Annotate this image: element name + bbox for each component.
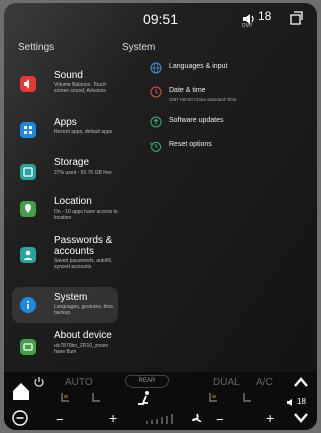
- rear-defrost-button[interactable]: REAR: [125, 375, 169, 388]
- settings-item-subtitle: On - 10 apps have access to location: [54, 209, 118, 221]
- airflow-mode-icon[interactable]: [134, 390, 156, 408]
- system-item-date-time[interactable]: Date & time GMT+08:00 China Standard Tim…: [150, 86, 310, 108]
- settings-item-about-device[interactable]: About device ulc7870bo_ZR10_zosen hone 8…: [12, 325, 118, 369]
- power-icon[interactable]: [33, 376, 45, 388]
- settings-item-apps[interactable]: Apps Recent apps, default apps: [12, 111, 118, 153]
- settings-item-system[interactable]: System Languages, gestures, time, backup: [12, 287, 118, 323]
- seat-heat-left-icon[interactable]: [59, 391, 73, 405]
- settings-item-subtitle: Languages, gestures, time, backup: [54, 304, 115, 316]
- system-header: System: [122, 42, 156, 53]
- volume-level: 18: [297, 397, 306, 406]
- system-item-software-updates[interactable]: Software updates: [150, 116, 310, 138]
- settings-item-title: Passwords & accounts: [54, 235, 113, 257]
- volume-value: 18: [258, 9, 272, 23]
- sound-icon: [20, 76, 36, 92]
- seat-cool-right-icon[interactable]: [241, 391, 255, 405]
- volume-icon[interactable]: [286, 398, 296, 407]
- seat-cool-left-icon[interactable]: [90, 391, 104, 405]
- chevron-down-icon[interactable]: [294, 412, 308, 424]
- location-icon: [20, 201, 36, 217]
- settings-item-title: Location: [54, 196, 92, 207]
- system-item-sublabel: GMT+08:00 China Standard Time: [169, 97, 237, 102]
- history-icon: [150, 141, 161, 152]
- window-icon[interactable]: [289, 11, 303, 25]
- screen: 09:51 DVP 18 Settings System Sound Volum…: [4, 3, 317, 430]
- temp-left-decrease-button[interactable]: −: [56, 412, 64, 427]
- account-icon: [20, 247, 36, 263]
- info-icon: [20, 297, 36, 313]
- ac-button[interactable]: A/C: [256, 377, 273, 388]
- chevron-up-icon[interactable]: [294, 376, 308, 388]
- settings-item-title: Sound: [54, 70, 83, 81]
- settings-item-title: System: [54, 292, 88, 303]
- fan-icon[interactable]: [190, 412, 204, 426]
- settings-item-sound[interactable]: Sound Volume Balance, Touch screen sound…: [12, 64, 118, 110]
- system-item-label: Reset options: [169, 141, 212, 148]
- system-item-label: Languages & input: [169, 63, 228, 70]
- home-icon[interactable]: [10, 380, 32, 402]
- settings-item-passwords-accounts[interactable]: Passwords & accounts Saved passwords, au…: [12, 231, 118, 283]
- settings-item-subtitle: 27% used - 50.76 GB free: [54, 170, 112, 176]
- clock-icon: [150, 86, 162, 98]
- update-icon: [150, 116, 162, 128]
- settings-item-subtitle: Recent apps, default apps: [54, 129, 113, 135]
- device-icon: [20, 339, 36, 355]
- settings-item-title: About device: [54, 330, 112, 341]
- status-bar: 09:51 DVP 18: [4, 3, 317, 31]
- temp-left-increase-button[interactable]: +: [109, 410, 117, 426]
- seat-heat-right-icon[interactable]: [207, 391, 221, 405]
- dual-button[interactable]: DUAL: [213, 377, 240, 388]
- settings-item-title: Apps: [54, 117, 77, 128]
- auto-button[interactable]: AUTO: [65, 377, 93, 388]
- temp-right-decrease-button[interactable]: −: [216, 412, 224, 427]
- globe-icon: [150, 62, 162, 74]
- settings-header: Settings: [18, 42, 55, 53]
- system-item-languages-input[interactable]: Languages & input: [150, 62, 310, 84]
- system-item-label: Software updates: [169, 117, 224, 124]
- settings-item-subtitle: Volume Balance, Touch screen sound, Adva…: [54, 82, 107, 94]
- settings-item-title: Storage: [54, 157, 90, 168]
- fan-level-indicator[interactable]: [146, 413, 182, 425]
- back-icon[interactable]: [12, 410, 28, 426]
- volume-sub-label: DVP: [242, 23, 253, 29]
- climate-control-bar: AUTO REAR DUAL A/C − + − + 18: [4, 372, 317, 430]
- settings-item-subtitle: Saved passwords, autofill, synced accoun…: [54, 258, 113, 270]
- system-item-reset-options[interactable]: Reset options: [150, 140, 310, 162]
- settings-item-subtitle: ulc7870bo_ZR10_zosen hone 8um: [54, 343, 109, 355]
- settings-item-location[interactable]: Location On - 10 apps have access to loc…: [12, 191, 118, 231]
- temp-right-increase-button[interactable]: +: [266, 410, 274, 426]
- system-item-label: Date & time: [169, 87, 206, 94]
- apps-icon: [20, 122, 36, 138]
- settings-item-storage[interactable]: Storage 27% used - 50.76 GB free: [12, 153, 118, 195]
- storage-icon: [20, 164, 36, 180]
